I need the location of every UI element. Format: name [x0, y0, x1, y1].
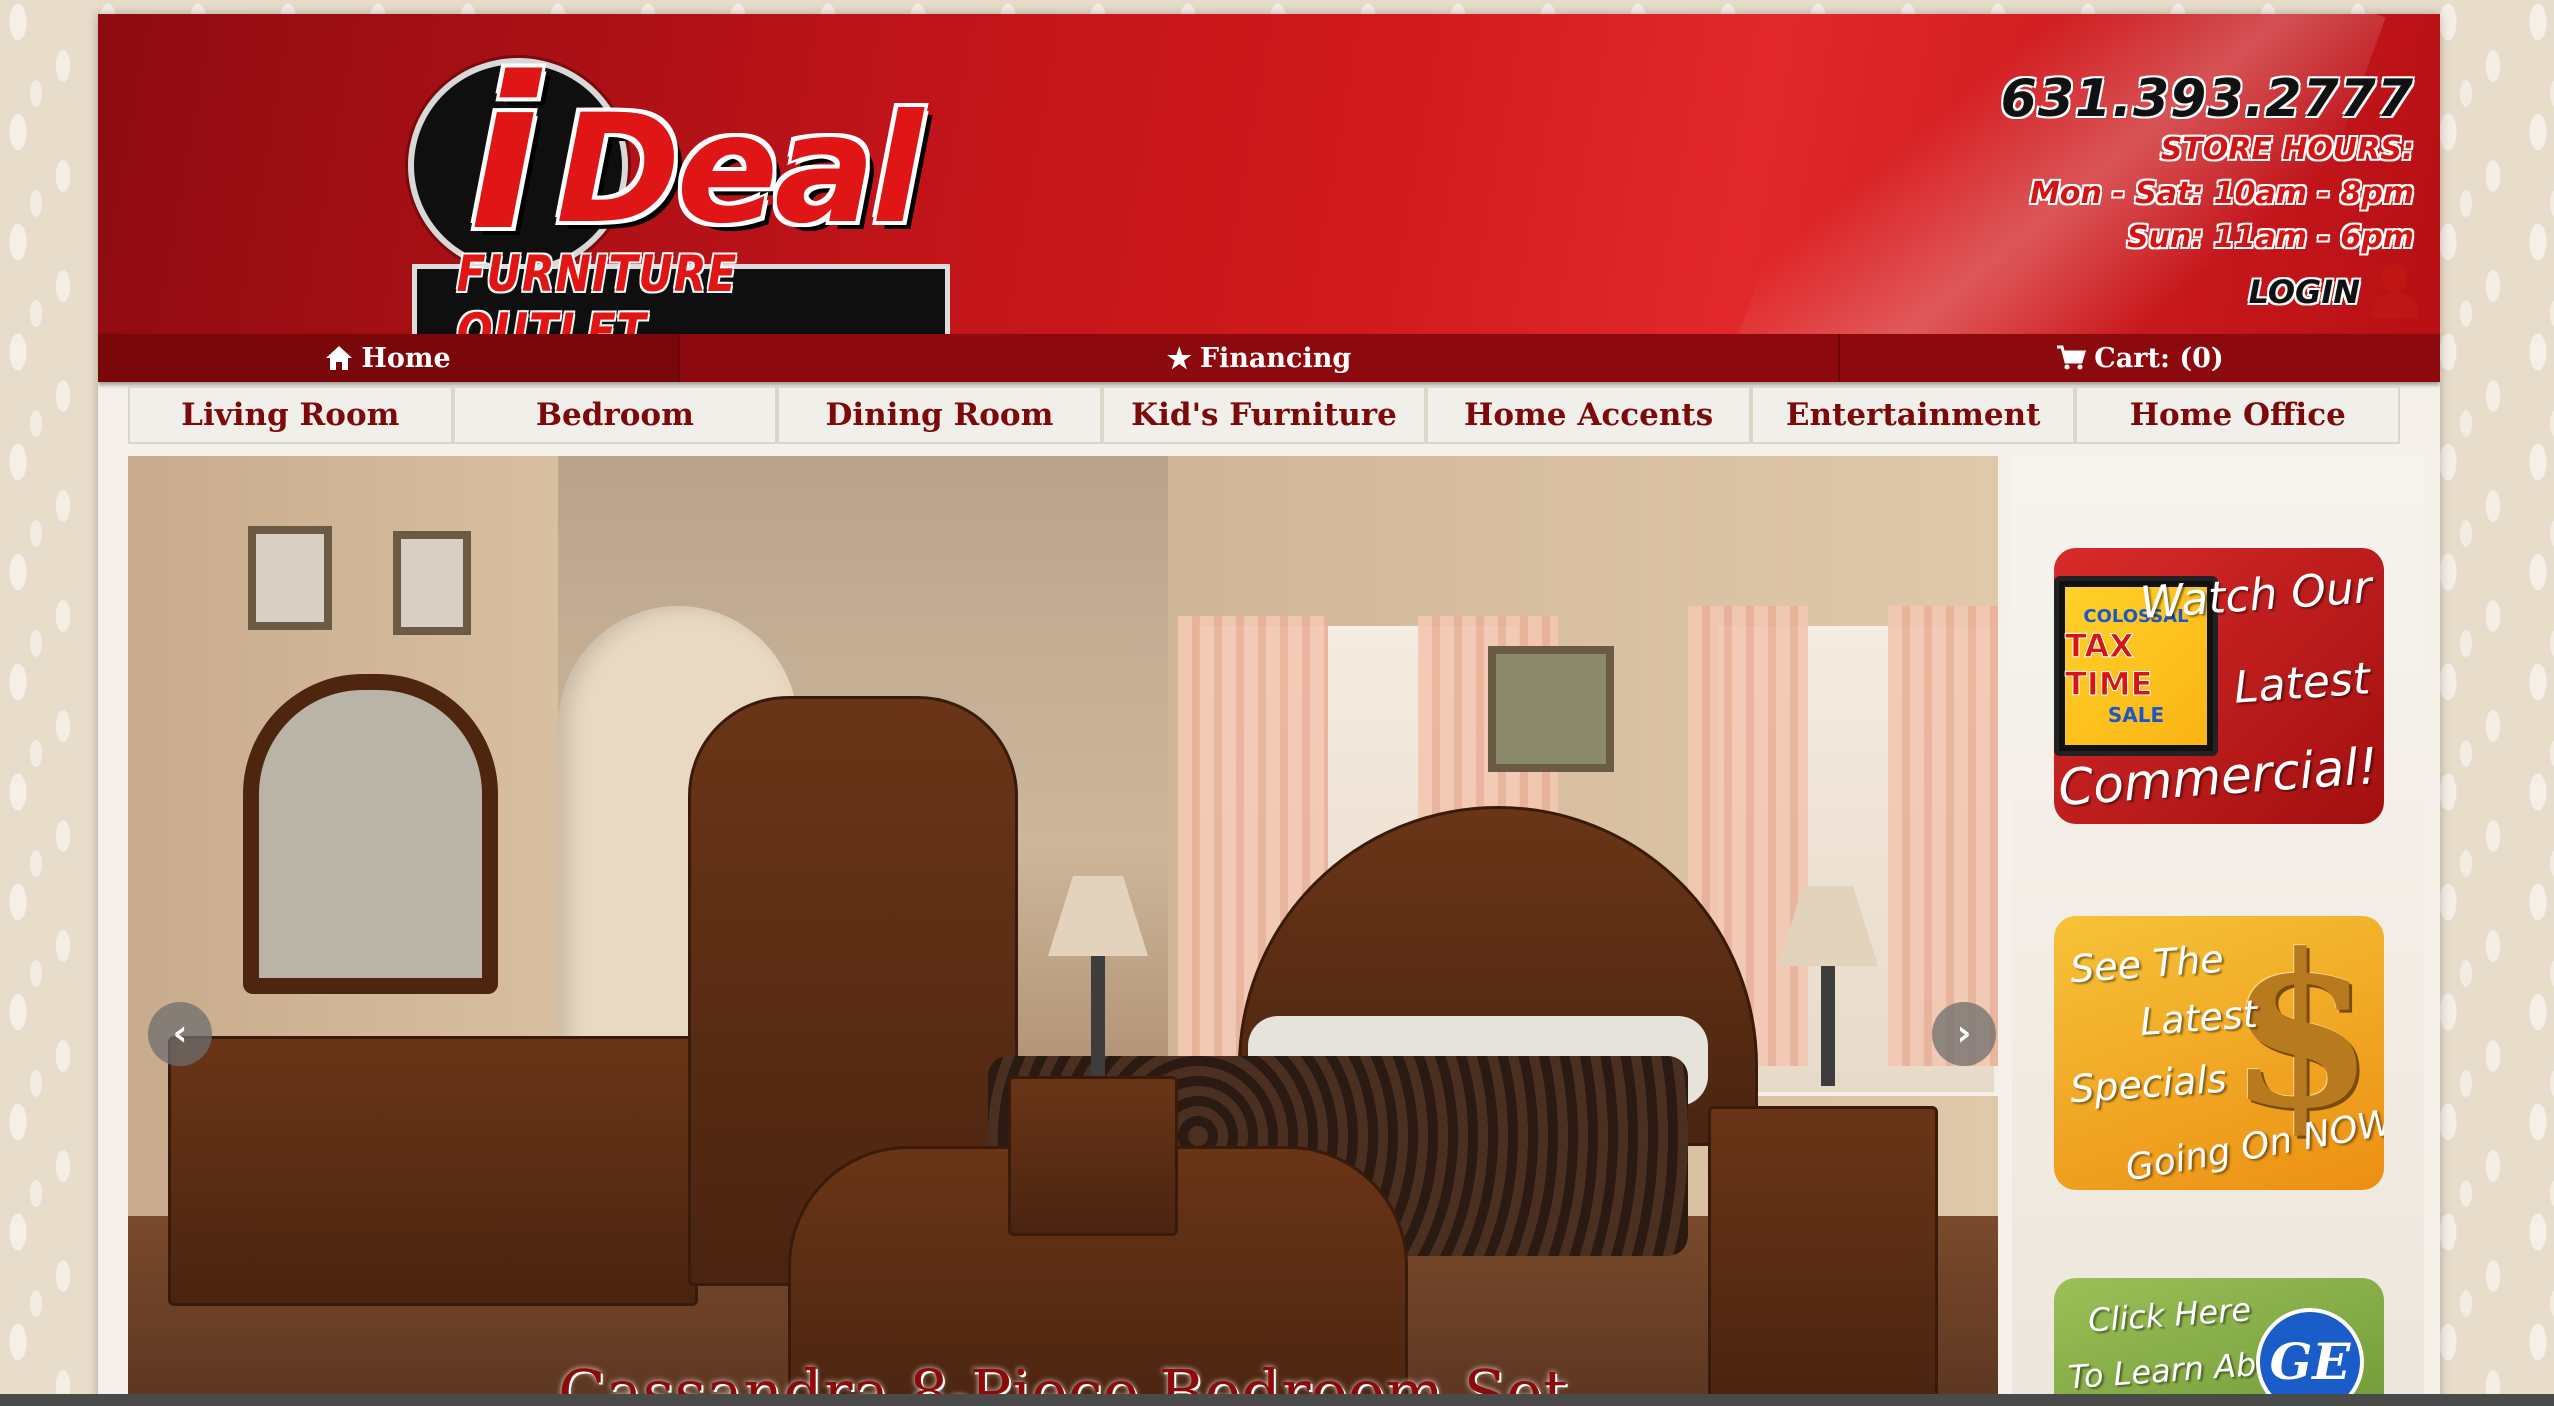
user-icon	[2368, 264, 2420, 320]
specials-line-3: Specials	[2068, 1056, 2229, 1112]
login-label: LOGIN	[2248, 273, 2360, 311]
contact-info: 631.393.2777 STORE HOURS: Mon - Sat: 10a…	[2001, 70, 2414, 260]
top-navigation: Home ★ Financing Cart: (0)	[98, 334, 2440, 382]
login-link[interactable]: LOGIN	[2249, 264, 2420, 320]
category-navigation: Living Room Bedroom Dining Room Kid's Fu…	[128, 386, 2401, 444]
page-container: i Deal FURNITURE OUTLET 631.393.2777 STO…	[98, 14, 2440, 1406]
category-kids-furniture[interactable]: Kid's Furniture	[1101, 386, 1427, 444]
nav-cart[interactable]: Cart: (0)	[1840, 334, 2440, 382]
logo-subtitle-bar: FURNITURE OUTLET	[412, 245, 950, 334]
promo-specials[interactable]: $ See The Latest Specials Going On NOW!	[2054, 916, 2384, 1190]
slider-next-button[interactable]: ›	[1932, 1002, 1996, 1066]
promo-ge[interactable]: Click Here To Learn About GE	[2054, 1278, 2384, 1406]
slider-prev-button[interactable]: ‹	[148, 1002, 212, 1066]
category-home-accents[interactable]: Home Accents	[1426, 386, 1751, 444]
nav-cart-label: Cart: (0)	[2094, 342, 2224, 374]
category-living-room[interactable]: Living Room	[128, 386, 453, 444]
house-icon	[326, 346, 353, 370]
chevron-right-icon: ›	[1956, 1013, 1972, 1054]
phone-number[interactable]: 631.393.2777	[2001, 70, 2414, 128]
nav-financing[interactable]: ★ Financing	[680, 334, 1840, 382]
site-header: i Deal FURNITURE OUTLET 631.393.2777 STO…	[98, 14, 2440, 334]
category-entertainment[interactable]: Entertainment	[1750, 386, 2076, 444]
store-hours-sunday: Sun: 11am - 6pm	[2127, 220, 2414, 255]
store-hours-title: STORE HOURS:	[2160, 132, 2414, 167]
tv-text-3: SALE	[2107, 702, 2165, 727]
site-logo[interactable]: i Deal FURNITURE OUTLET	[408, 40, 1048, 334]
ge-logo-icon: GE	[2256, 1308, 2364, 1406]
category-home-office[interactable]: Home Office	[2075, 386, 2401, 444]
specials-line-1: See The	[2068, 936, 2225, 992]
promo-sidebar: COLOSSAL TAX TIME SALE Watch Our Latest …	[2012, 456, 2424, 1406]
logo-word: Deal	[556, 83, 923, 257]
promo-commercial[interactable]: COLOSSAL TAX TIME SALE Watch Our Latest …	[2054, 548, 2384, 824]
category-bedroom[interactable]: Bedroom	[452, 386, 778, 444]
logo-subtitle: FURNITURE OUTLET	[456, 245, 738, 334]
specials-line-2: Latest	[2138, 991, 2259, 1045]
logo-letter-i: i	[468, 32, 540, 277]
commercial-line-2: Latest	[2232, 653, 2372, 714]
browser-bottom-bar	[0, 1394, 2554, 1406]
nav-home-label: Home	[361, 342, 451, 374]
commercial-line-1: Watch Our	[2138, 561, 2374, 630]
tv-text-2: TAX TIME	[2065, 626, 2153, 703]
cart-icon	[2057, 345, 2087, 370]
nav-home[interactable]: Home	[98, 334, 680, 382]
star-icon: ★	[1166, 341, 1192, 375]
ge-line-1: Click Here	[2086, 1290, 2253, 1340]
store-hours-weekday: Mon - Sat: 10am - 8pm	[2030, 176, 2414, 211]
hero-slider[interactable]: Cassandra 8-Piece Bedroom Set ‹ ›	[128, 456, 1998, 1406]
nav-financing-label: Financing	[1199, 342, 1352, 374]
category-dining-room[interactable]: Dining Room	[777, 386, 1102, 444]
chevron-left-icon: ‹	[172, 1013, 188, 1054]
